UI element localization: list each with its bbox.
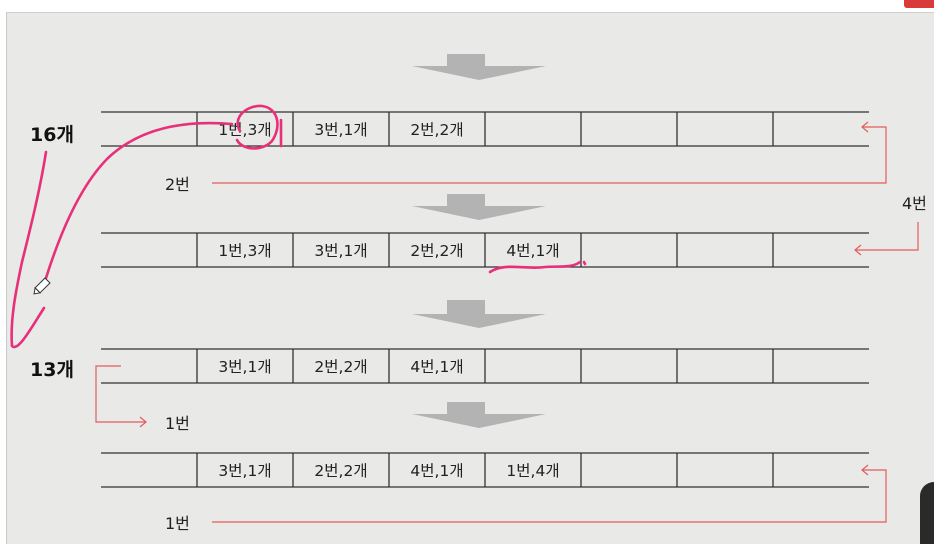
- queue-row-2: 1번,3개 3번,1개 2번,2개 4번,1개: [101, 232, 869, 268]
- pencil-cursor-icon: [33, 277, 51, 295]
- row4-cell-3: 4번,1개: [410, 462, 463, 480]
- queue-row-3: 3번,1개 2번,2개 4번,1개: [101, 348, 869, 384]
- feed-label-row2: 4번: [902, 194, 927, 213]
- transition-arrow-3: [412, 300, 546, 328]
- row1-cell-3: 2번,2개: [410, 121, 463, 139]
- queue-row-1: 1번,3개 3번,1개 2번,2개: [101, 111, 869, 147]
- row4-cell-1: 3번,1개: [218, 462, 271, 480]
- pen-underline-stroke: [488, 260, 582, 274]
- pen-dot-stroke: [582, 260, 587, 266]
- output-label-row3: 1번: [165, 414, 190, 433]
- row2-cell-1: 1번,3개: [218, 242, 271, 260]
- row4-cell-2: 2번,2개: [314, 462, 367, 480]
- count-label-row3: 13개: [30, 359, 74, 381]
- queue-row-4: 3번,1개 2번,2개 4번,1개 1번,4개: [101, 452, 869, 488]
- pen-loop-stroke: [10, 150, 48, 349]
- transition-arrow-4: [412, 402, 546, 428]
- output-arrow-row3: [95, 365, 147, 428]
- row2-cell-4: 4번,1개: [506, 242, 559, 260]
- pen-annotations: [10, 104, 587, 349]
- row3-cell-1: 3번,1개: [218, 358, 271, 376]
- row2-cell-3: 2번,2개: [410, 242, 463, 260]
- transition-arrow-2: [412, 194, 546, 220]
- feed-arrow-row1: [212, 121, 887, 184]
- row4-cell-4: 1번,4개: [506, 462, 559, 480]
- queue-diagram: 1번,3개 3번,1개 2번,2개 1번,3개 3번,1개 2번,2개 4번,1…: [10, 54, 927, 533]
- feed-label-row4: 1번: [165, 514, 190, 533]
- feed-label-row1: 2번: [165, 175, 190, 194]
- row2-cell-2: 3번,1개: [314, 242, 367, 260]
- row3-cell-3: 4번,1개: [410, 358, 463, 376]
- count-label-row1: 16개: [30, 124, 74, 146]
- row3-cell-2: 2번,2개: [314, 358, 367, 376]
- transition-arrow-1: [412, 54, 546, 80]
- feed-arrow-row2: [854, 222, 919, 256]
- row1-cell-2: 3번,1개: [314, 121, 367, 139]
- presenter-thumbnail: [920, 482, 934, 544]
